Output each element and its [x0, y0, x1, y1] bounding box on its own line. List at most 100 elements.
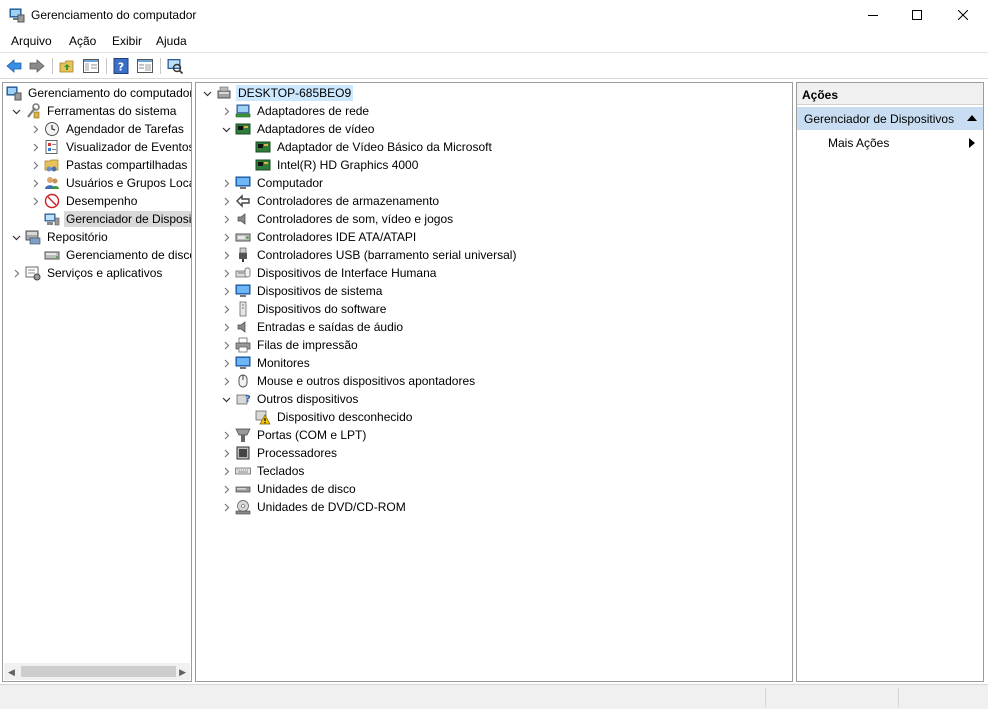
- device-category-mice[interactable]: Mouse e outros dispositivos apontadores: [220, 372, 477, 390]
- tree-label-event-viewer: Visualizador de Eventos: [66, 140, 192, 154]
- chevron-down-icon[interactable]: [220, 393, 232, 405]
- chevron-right-icon[interactable]: [220, 429, 232, 441]
- chevron-right-icon[interactable]: [29, 123, 41, 135]
- device-label: Processadores: [257, 446, 338, 460]
- device-category-audio-io[interactable]: Entradas e saídas de áudio: [220, 318, 405, 336]
- chevron-down-icon[interactable]: [10, 231, 22, 243]
- device-item-unknown[interactable]: Dispositivo desconhecido: [255, 408, 414, 426]
- chevron-right-icon[interactable]: [220, 321, 232, 333]
- tree-label-local-users: Usuários e Grupos Locais: [66, 176, 192, 190]
- more-actions-link[interactable]: Mais Ações: [828, 136, 889, 150]
- device-category-other[interactable]: ? Outros dispositivos: [220, 390, 360, 408]
- menu-ajuda[interactable]: Ajuda: [156, 34, 187, 48]
- status-cell: [765, 688, 766, 707]
- storage-icon: [25, 230, 41, 245]
- device-category-disk-drives[interactable]: Unidades de disco: [220, 480, 358, 498]
- forward-icon[interactable]: [28, 57, 46, 75]
- chevron-right-icon[interactable]: [220, 447, 232, 459]
- chevron-right-icon[interactable]: [220, 177, 232, 189]
- status-cell: [898, 688, 899, 707]
- chevron-right-icon[interactable]: [220, 483, 232, 495]
- chevron-right-icon[interactable]: [10, 267, 22, 279]
- device-item-basic-display[interactable]: Adaptador de Vídeo Básico da Microsoft: [255, 138, 494, 156]
- chevron-right-icon[interactable]: [220, 303, 232, 315]
- device-category-keyboards[interactable]: Teclados: [220, 462, 306, 480]
- chevron-right-icon[interactable]: [220, 231, 232, 243]
- chevron-right-icon[interactable]: [29, 141, 41, 153]
- device-category-hid[interactable]: Dispositivos de Interface Humana: [220, 264, 438, 282]
- chevron-right-icon[interactable]: [220, 249, 232, 261]
- tree-node-event-viewer[interactable]: Visualizador de Eventos: [29, 138, 192, 156]
- chevron-down-icon[interactable]: [10, 105, 22, 117]
- scroll-left-icon[interactable]: ◀: [8, 667, 15, 678]
- tree-node-system-tools[interactable]: Ferramentas do sistema: [10, 102, 178, 120]
- back-icon[interactable]: [5, 57, 23, 75]
- menu-arquivo[interactable]: Arquivo: [11, 34, 52, 48]
- device-category-print-queues[interactable]: Filas de impressão: [220, 336, 360, 354]
- tree-node-disk-management[interactable]: Gerenciamento de disco: [29, 246, 191, 264]
- tree-node-local-users[interactable]: Usuários e Grupos Locais: [29, 174, 192, 192]
- device-category-software[interactable]: Dispositivos do software: [220, 300, 388, 318]
- chevron-right-icon[interactable]: [220, 375, 232, 387]
- menu-exibir[interactable]: Exibir: [112, 34, 142, 48]
- tree-node-root[interactable]: Gerenciamento do computador (Local): [6, 84, 191, 102]
- menu-acao[interactable]: Ação: [69, 34, 96, 48]
- chevron-right-icon[interactable]: [220, 339, 232, 351]
- device-category-dvd[interactable]: Unidades de DVD/CD-ROM: [220, 498, 408, 516]
- tree-node-shared-folders[interactable]: Pastas compartilhadas: [29, 156, 189, 174]
- tree-node-storage[interactable]: Repositório: [10, 228, 110, 246]
- device-category-storage-controllers[interactable]: Controladores de armazenamento: [220, 192, 441, 210]
- close-button[interactable]: [940, 0, 986, 30]
- device-manager-icon: [44, 213, 60, 226]
- device-category-network[interactable]: Adaptadores de rede: [220, 102, 371, 120]
- scroll-right-icon[interactable]: ▶: [179, 667, 186, 678]
- device-label: Adaptadores de vídeo: [257, 122, 375, 136]
- horizontal-scrollbar[interactable]: ◀ ▶: [4, 663, 190, 680]
- chevron-right-icon[interactable]: [220, 105, 232, 117]
- device-category-ide[interactable]: Controladores IDE ATA/ATAPI: [220, 228, 418, 246]
- device-category-display[interactable]: Adaptadores de vídeo: [220, 120, 376, 138]
- device-category-system[interactable]: Dispositivos de sistema: [220, 282, 384, 300]
- device-item-intel-hd[interactable]: Intel(R) HD Graphics 4000: [255, 156, 420, 174]
- chevron-right-icon[interactable]: [220, 267, 232, 279]
- device-root[interactable]: DESKTOP-685BEO9: [201, 84, 354, 102]
- show-hide-tree-icon[interactable]: [82, 57, 100, 75]
- minimize-button[interactable]: [850, 0, 896, 30]
- device-category-sound[interactable]: Controladores de som, vídeo e jogos: [220, 210, 455, 228]
- tree-node-services[interactable]: Serviços e aplicativos: [10, 264, 164, 282]
- chevron-right-icon[interactable]: [220, 195, 232, 207]
- printer-icon: [235, 337, 251, 353]
- chevron-right-icon[interactable]: [29, 177, 41, 189]
- maximize-button[interactable]: [894, 0, 940, 30]
- actions-section-device-manager[interactable]: Gerenciador de Dispositivos: [797, 107, 983, 130]
- device-category-monitors[interactable]: Monitores: [220, 354, 312, 372]
- scan-hardware-icon[interactable]: [166, 57, 184, 75]
- device-category-computer[interactable]: Computador: [220, 174, 325, 192]
- chevron-down-icon[interactable]: [220, 123, 232, 135]
- tree-node-performance[interactable]: Desempenho: [29, 192, 139, 210]
- collapse-up-icon[interactable]: [967, 114, 977, 122]
- device-category-processors[interactable]: Processadores: [220, 444, 339, 462]
- chevron-right-icon[interactable]: [220, 213, 232, 225]
- submenu-arrow-icon[interactable]: [969, 138, 975, 148]
- chevron-right-icon[interactable]: [220, 357, 232, 369]
- chevron-right-icon[interactable]: [220, 285, 232, 297]
- tree-node-device-manager[interactable]: Gerenciador de Dispositivos: [29, 210, 191, 228]
- computer-management-icon: [9, 8, 25, 23]
- device-category-ports[interactable]: Portas (COM e LPT): [220, 426, 368, 444]
- keyboard-icon: [235, 467, 251, 475]
- chevron-right-icon[interactable]: [29, 159, 41, 171]
- scrollbar-thumb[interactable]: [21, 666, 176, 677]
- dvd-drive-icon: [235, 500, 251, 515]
- device-category-usb[interactable]: Controladores USB (barramento serial uni…: [220, 246, 518, 264]
- chevron-right-icon[interactable]: [29, 195, 41, 207]
- tree-node-task-scheduler[interactable]: Agendador de Tarefas: [29, 120, 186, 138]
- properties-icon[interactable]: [136, 57, 154, 75]
- device-label: Adaptador de Vídeo Básico da Microsoft: [277, 140, 492, 154]
- chevron-down-icon[interactable]: [201, 87, 213, 99]
- device-label: Unidades de DVD/CD-ROM: [257, 500, 406, 514]
- chevron-right-icon[interactable]: [220, 465, 232, 477]
- up-folder-icon[interactable]: [58, 57, 76, 75]
- help-icon[interactable]: ?: [112, 57, 130, 75]
- chevron-right-icon[interactable]: [220, 501, 232, 513]
